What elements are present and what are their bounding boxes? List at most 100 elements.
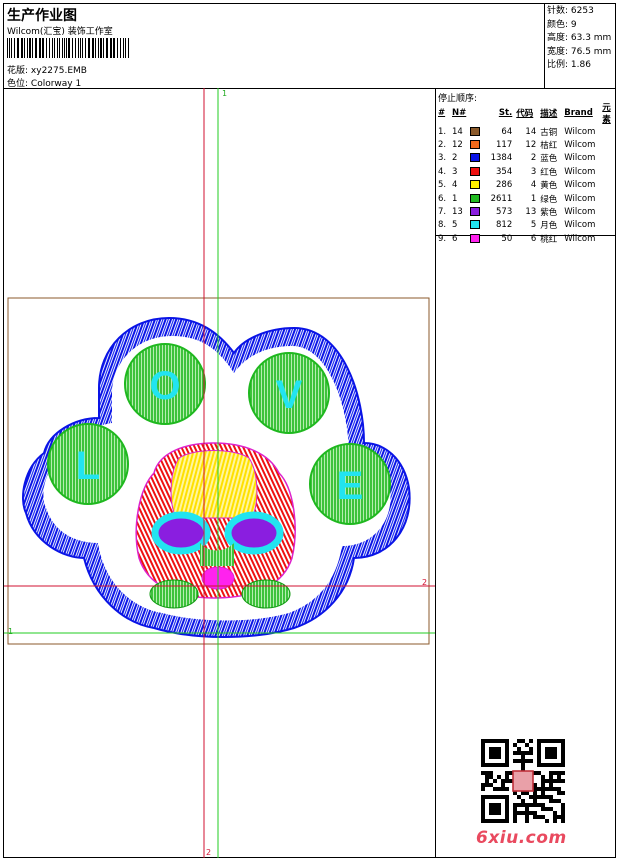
letter-o: O — [149, 364, 180, 408]
design-label: 花版: — [7, 66, 29, 76]
seq-desc: 桔红 — [540, 141, 558, 152]
seq-desc: 黄色 — [540, 181, 558, 192]
color-swatch — [470, 220, 481, 230]
seq-code: 5 — [530, 220, 537, 231]
col-color — [468, 101, 486, 125]
embroidery-preview: O V L E 1 1 2 2 — [4, 88, 435, 858]
col-element: 元素 — [602, 103, 611, 125]
stitch-count: 针数: 6253 — [547, 6, 594, 16]
col-index: # — [438, 108, 446, 118]
sequence-row: 8. 5 812 5 月色 Wilcom — [436, 219, 620, 232]
guide-label-bottom-2: 2 — [206, 848, 211, 857]
letter-circle-e: E — [309, 443, 391, 525]
seq-desc: 蓝色 — [540, 154, 558, 165]
seq-desc: 月色 — [540, 221, 558, 232]
seq-needle: 2 — [452, 153, 458, 164]
color-swatch — [470, 180, 481, 190]
seq-needle: 6 — [452, 233, 458, 244]
seq-element — [600, 138, 620, 151]
seq-color-swatch — [468, 205, 486, 218]
seq-code: 12 — [525, 140, 537, 151]
sequence-row: 4. 3 354 3 红色 Wilcom — [436, 165, 620, 178]
seq-brand: Wilcom — [564, 207, 596, 218]
design-value: xy2275.EMB — [30, 66, 87, 76]
seq-element — [600, 125, 620, 138]
seq-index: 2. — [438, 140, 447, 151]
color-swatch — [470, 207, 481, 217]
seq-index: 5. — [438, 180, 447, 191]
design-scale: 比例: 1.86 — [547, 60, 591, 70]
col-needle: N# — [452, 108, 467, 118]
sequence-row: 1. 14 64 14 古铜 Wilcom — [436, 125, 620, 138]
seq-element — [600, 205, 620, 218]
seq-brand: Wilcom — [564, 153, 596, 164]
stop-sequence-table: # N# St. 代码 描述 Brand 元素 1. 14 64 14 古铜 Wilcom… — [436, 101, 620, 246]
seq-needle: 13 — [452, 207, 463, 218]
seq-index: 7. — [438, 207, 447, 218]
sequence-row: 2. 12 117 12 桔红 Wilcom — [436, 138, 620, 151]
watermark: 6xiu.com — [476, 828, 567, 848]
color-swatch — [470, 233, 481, 243]
sequence-row: 7. 13 573 13 紫色 Wilcom — [436, 205, 620, 218]
seq-needle: 3 — [452, 166, 458, 177]
seq-color-swatch — [468, 125, 486, 138]
seq-desc: 红色 — [540, 167, 558, 178]
seq-needle: 12 — [452, 140, 463, 151]
seq-needle: 14 — [452, 126, 463, 137]
design-height: 高度: 63.3 mm — [547, 33, 612, 43]
seq-index: 3. — [438, 153, 447, 164]
col-brand: Brand — [564, 108, 593, 118]
design-width: 宽度: 76.5 mm — [547, 46, 612, 57]
seq-index: 9. — [438, 233, 447, 244]
seq-brand: Wilcom — [564, 126, 596, 137]
stats-divider — [544, 3, 545, 89]
color-swatch — [470, 193, 481, 203]
page-title: 生产作业图 — [7, 8, 77, 24]
seq-stitches: 50 — [501, 233, 513, 244]
seq-needle: 5 — [452, 220, 458, 231]
seq-element — [600, 165, 620, 178]
seq-stitches: 1384 — [490, 153, 513, 164]
sequence-row: 9. 6 50 6 桃红 Wilcom — [436, 232, 620, 245]
seq-code: 1 — [530, 193, 537, 204]
sequence-row: 6. 1 2611 1 绿色 Wilcom — [436, 192, 620, 205]
color-swatch — [470, 153, 481, 163]
seq-index: 4. — [438, 166, 447, 177]
guide-label-top-1: 1 — [222, 89, 227, 98]
seq-desc: 绿色 — [540, 194, 558, 205]
seq-color-swatch — [468, 152, 486, 165]
seq-desc: 古铜 — [540, 127, 558, 138]
seq-stitches: 117 — [496, 140, 513, 151]
seq-index: 1. — [438, 126, 447, 137]
col-code: 代码 — [516, 109, 534, 119]
qr-code — [481, 739, 565, 823]
seq-stitches: 812 — [496, 220, 513, 231]
seq-element — [600, 232, 620, 245]
seq-brand: Wilcom — [564, 140, 596, 151]
seq-code: 4 — [530, 180, 537, 191]
sequence-row: 5. 4 286 4 黄色 Wilcom — [436, 179, 620, 192]
seq-stitches: 286 — [496, 180, 513, 191]
seq-stitches: 354 — [496, 166, 513, 177]
seq-code: 6 — [530, 233, 537, 244]
seq-stitches: 2611 — [490, 193, 513, 204]
seq-color-swatch — [468, 192, 486, 205]
guide-label-right-2: 2 — [422, 578, 427, 587]
col-desc: 描述 — [540, 109, 558, 119]
letter-v: V — [276, 373, 303, 417]
seq-desc: 桃红 — [540, 234, 558, 245]
color-swatch — [470, 140, 481, 150]
seq-color-swatch — [468, 219, 486, 232]
seq-stitches: 64 — [501, 126, 513, 137]
seq-code: 3 — [530, 166, 537, 177]
letter-circle-v: V — [248, 352, 330, 434]
letter-circle-l: L — [47, 423, 129, 505]
seq-color-swatch — [468, 232, 486, 245]
seq-stitches: 573 — [496, 207, 513, 218]
company-name: Wilcom(汇宝) 装饰工作室 — [7, 27, 113, 37]
seq-color-swatch — [468, 179, 486, 192]
sequence-row: 3. 2 1384 2 蓝色 Wilcom — [436, 152, 620, 165]
seq-needle: 4 — [452, 180, 458, 191]
seq-brand: Wilcom — [564, 180, 596, 191]
seq-code: 14 — [525, 126, 537, 137]
